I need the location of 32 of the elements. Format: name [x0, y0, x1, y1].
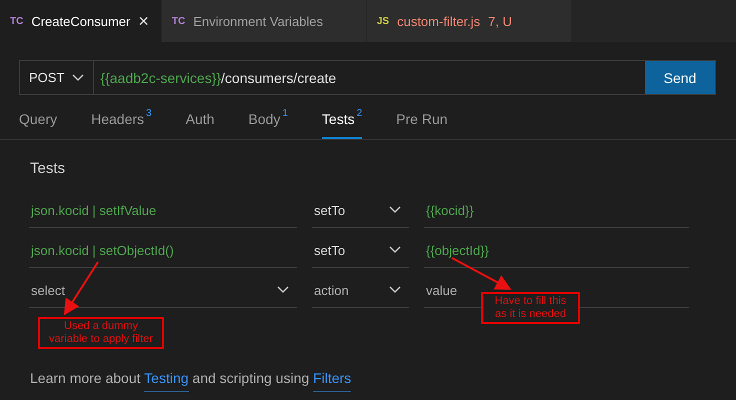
filter-dropdown[interactable]: select: [29, 273, 297, 308]
chevron-down-icon: [389, 206, 401, 214]
request-tab[interactable]: Query: [19, 105, 58, 139]
editor-tab[interactable]: TC Environment Variables: [162, 0, 367, 42]
request-tab[interactable]: Pre Run: [396, 105, 448, 139]
chevron-down-icon: [389, 246, 401, 254]
tab-label: custom-filter.js: [397, 14, 480, 28]
editor-tab[interactable]: TC CreateConsumer ×: [0, 0, 162, 42]
request-tab[interactable]: Auth: [186, 105, 214, 139]
file-type-label: TC: [172, 16, 186, 26]
tab-status: 7, U: [488, 14, 512, 28]
editor-tab[interactable]: JS custom-filter.js 7, U: [366, 0, 572, 42]
section-title: Tests: [30, 160, 66, 177]
action-dropdown[interactable]: setTo: [312, 193, 409, 228]
annotation-note: Have to fill this as it is needed: [481, 292, 580, 324]
file-type-label: TC: [10, 16, 24, 26]
file-type-label: JS: [376, 16, 390, 26]
help-link[interactable]: Filters: [313, 370, 352, 392]
tab-label: CreateConsumer: [31, 14, 130, 28]
tab-label: Environment Variables: [193, 14, 324, 28]
close-button[interactable]: ×: [138, 12, 149, 30]
value-field[interactable]: {{objectId}}: [424, 233, 689, 268]
filter-field[interactable]: json.kocid | setIfValue: [29, 193, 297, 228]
chevron-down-icon: [389, 286, 401, 294]
action-dropdown[interactable]: action: [312, 273, 409, 308]
chevron-down-icon: [277, 286, 289, 294]
filter-field[interactable]: json.kocid | setObjectId(): [29, 233, 297, 268]
annotation-note: Used a dummy variable to apply filter: [38, 317, 164, 349]
value-field[interactable]: {{kocid}}: [424, 193, 689, 228]
annotation-arrow: [64, 261, 99, 316]
action-dropdown[interactable]: setTo: [312, 233, 409, 268]
help-link[interactable]: Testing: [144, 370, 189, 392]
